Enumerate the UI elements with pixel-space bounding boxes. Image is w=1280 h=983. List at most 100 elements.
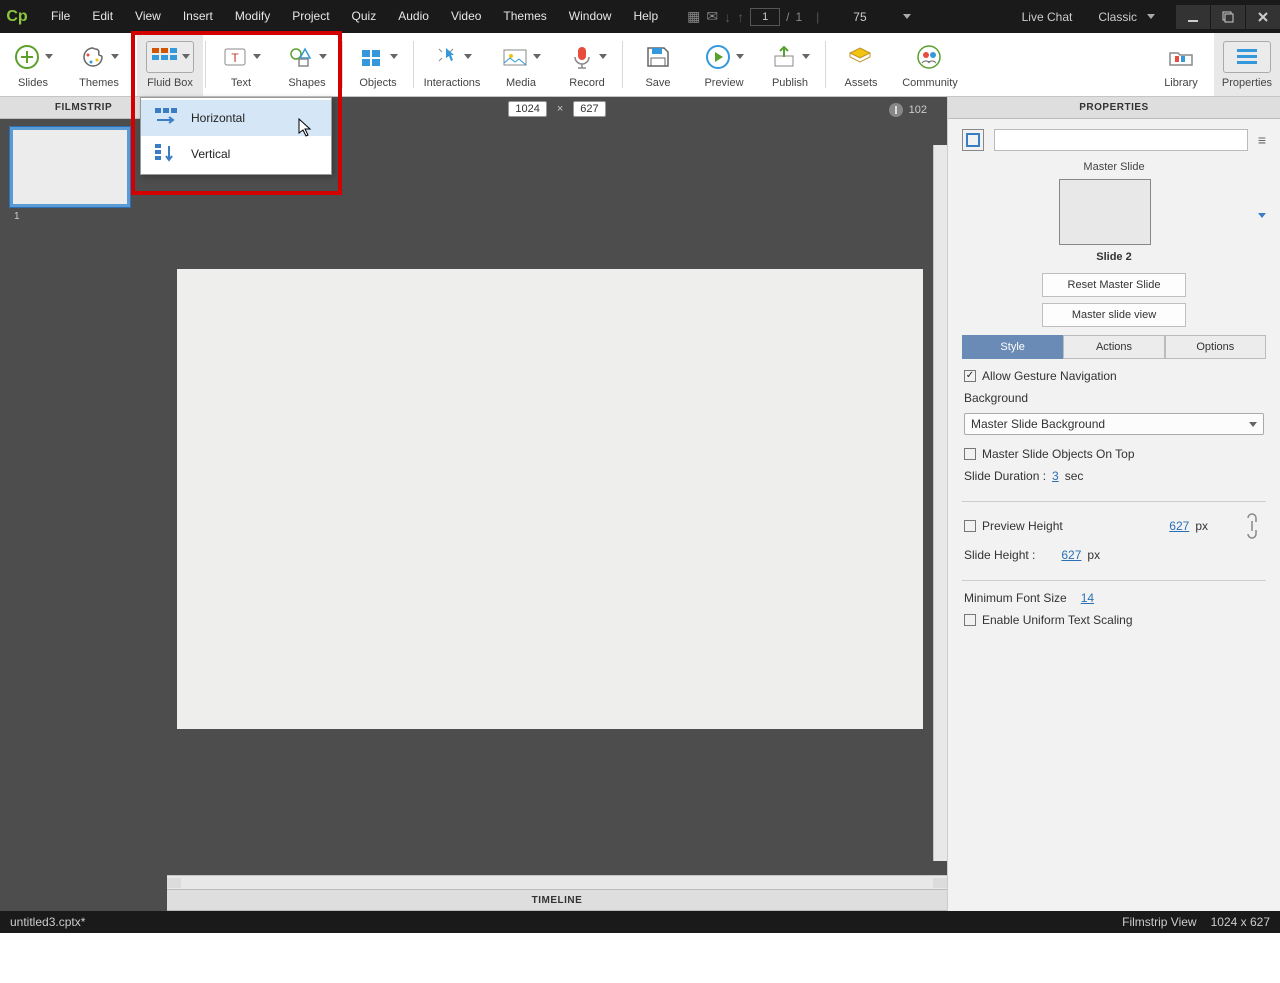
breakpoint-marker-icon[interactable] [887, 101, 905, 119]
tool-properties[interactable]: Properties [1214, 33, 1280, 96]
min-font-size-value[interactable]: 14 [1081, 591, 1094, 605]
menu-quiz[interactable]: Quiz [341, 0, 388, 33]
tool-community[interactable]: Community [894, 33, 966, 96]
menu-audio[interactable]: Audio [387, 0, 440, 33]
master-slide-thumbnail[interactable] [1059, 179, 1151, 245]
page-current-input[interactable]: 1 [750, 8, 780, 26]
stage-wrapper [167, 121, 947, 875]
preview-height-value[interactable]: 627 [1169, 519, 1189, 533]
allow-gesture-checkbox[interactable]: Allow Gesture Navigation [964, 369, 1117, 383]
dropdown-item-vertical[interactable]: Vertical [141, 136, 331, 172]
master-slide-label: Master Slide [962, 161, 1266, 173]
tool-objects[interactable]: Objects [345, 33, 411, 96]
menu-help[interactable]: Help [622, 0, 669, 33]
tool-assets[interactable]: Assets [828, 33, 894, 96]
menu-modify[interactable]: Modify [224, 0, 281, 33]
slide-thumbnail-1[interactable] [10, 127, 130, 207]
minimize-button[interactable] [1176, 5, 1210, 29]
horizontal-scrollbar[interactable] [167, 875, 947, 889]
status-view: Filmstrip View [1122, 915, 1196, 929]
tool-publish[interactable]: Publish [757, 33, 823, 96]
svg-text:T: T [231, 51, 239, 65]
arrow-down-icon[interactable]: ↓ [724, 9, 731, 25]
master-slide-name: Slide 2 [962, 251, 1266, 263]
background-label: Background [964, 391, 1028, 405]
dropdown-item-horizontal[interactable]: Horizontal [141, 100, 331, 136]
min-font-size-label: Minimum Font Size [964, 591, 1067, 605]
object-name-input[interactable] [994, 129, 1248, 151]
tab-style[interactable]: Style [962, 335, 1063, 359]
workspace-selector[interactable]: Classic [1098, 10, 1137, 24]
tool-preview[interactable]: Preview [691, 33, 757, 96]
properties-panel: PROPERTIES ≡ Master Slide Slide 2 Reset … [947, 97, 1280, 911]
master-slide-dropdown-icon[interactable] [1258, 213, 1266, 218]
tool-record[interactable]: Record [554, 33, 620, 96]
page-total: 1 [795, 10, 802, 24]
master-slide-view-button[interactable]: Master slide view [1042, 303, 1186, 327]
background-dropdown[interactable]: Master Slide Background [964, 413, 1264, 435]
menu-window[interactable]: Window [558, 0, 623, 33]
tool-library[interactable]: Library [1148, 33, 1214, 96]
slide-height-value[interactable]: 627 [1061, 548, 1081, 562]
tool-shapes[interactable]: Shapes [274, 33, 340, 96]
vertical-icon [155, 144, 177, 164]
ruler-position: 102 [909, 104, 927, 116]
menu-themes[interactable]: Themes [492, 0, 557, 33]
objects-on-top-checkbox[interactable]: Master Slide Objects On Top [964, 447, 1135, 461]
horizontal-icon [155, 108, 177, 128]
arrow-up-icon[interactable]: ↑ [737, 9, 744, 25]
page-sep: / [786, 10, 789, 24]
dimension-x-label: × [557, 103, 563, 115]
tab-actions[interactable]: Actions [1063, 335, 1164, 359]
preview-height-checkbox[interactable]: Preview Height [964, 519, 1063, 533]
px-label-2: px [1087, 548, 1100, 562]
titlebar-center: ▦ ✉ ↓ ↑ 1 / 1 | 75 [687, 8, 911, 26]
reset-master-slide-button[interactable]: Reset Master Slide [1042, 273, 1186, 297]
slide-number-1: 1 [14, 211, 167, 222]
timeline-header[interactable]: TIMELINE [167, 889, 947, 911]
tool-save[interactable]: Save [625, 33, 691, 96]
close-button[interactable] [1246, 5, 1280, 29]
properties-header: PROPERTIES [948, 97, 1280, 119]
layout-icon[interactable]: ▦ [687, 8, 700, 25]
canvas-height-field[interactable]: 627 [573, 101, 605, 117]
status-dimensions: 1024 x 627 [1211, 915, 1270, 929]
menu-insert[interactable]: Insert [172, 0, 224, 33]
link-heights-icon[interactable] [1240, 512, 1264, 540]
workspace-dropdown-icon[interactable] [1147, 14, 1155, 19]
menu-file[interactable]: File [40, 0, 81, 33]
filmstrip-panel: FILMSTRIP 1 [0, 97, 167, 911]
px-label: px [1195, 519, 1208, 533]
tool-slides[interactable]: Slides [0, 33, 66, 96]
object-menu-icon[interactable]: ≡ [1258, 132, 1266, 148]
canvas-width-field[interactable]: 1024 [508, 101, 546, 117]
slide-duration-unit: sec [1065, 469, 1084, 483]
tool-interactions[interactable]: Interactions [416, 33, 488, 96]
zoom-dropdown-icon[interactable] [903, 14, 911, 19]
slide-height-label: Slide Height : [964, 548, 1035, 562]
menu-project[interactable]: Project [281, 0, 340, 33]
zoom-value[interactable]: 75 [853, 10, 895, 24]
menu-view[interactable]: View [124, 0, 172, 33]
tool-media[interactable]: Media [488, 33, 554, 96]
fluid-box-dropdown: Horizontal Vertical [140, 97, 332, 175]
slide-duration-value[interactable]: 3 [1052, 469, 1059, 483]
toolbar: Slides Themes Fluid Box TText Shapes Obj… [0, 33, 1280, 97]
menu-video[interactable]: Video [440, 0, 492, 33]
status-filename: untitled3.cptx* [10, 915, 85, 929]
slide-canvas[interactable] [177, 269, 923, 729]
menu-bar: File Edit View Insert Modify Project Qui… [40, 0, 669, 33]
mail-icon[interactable]: ✉ [706, 8, 718, 25]
tool-text[interactable]: TText [208, 33, 274, 96]
status-bar: untitled3.cptx* Filmstrip View 1024 x 62… [0, 911, 1280, 933]
slide-duration-label: Slide Duration : [964, 469, 1046, 483]
live-chat-link[interactable]: Live Chat [1022, 10, 1073, 24]
app-logo: Cp [0, 0, 34, 33]
vertical-scrollbar[interactable] [933, 145, 947, 861]
uniform-text-scaling-checkbox[interactable]: Enable Uniform Text Scaling [964, 613, 1133, 627]
menu-edit[interactable]: Edit [81, 0, 124, 33]
tool-fluid-box[interactable]: Fluid Box [137, 33, 203, 96]
maximize-button[interactable] [1211, 5, 1245, 29]
tool-themes[interactable]: Themes [66, 33, 132, 96]
tab-options[interactable]: Options [1165, 335, 1266, 359]
